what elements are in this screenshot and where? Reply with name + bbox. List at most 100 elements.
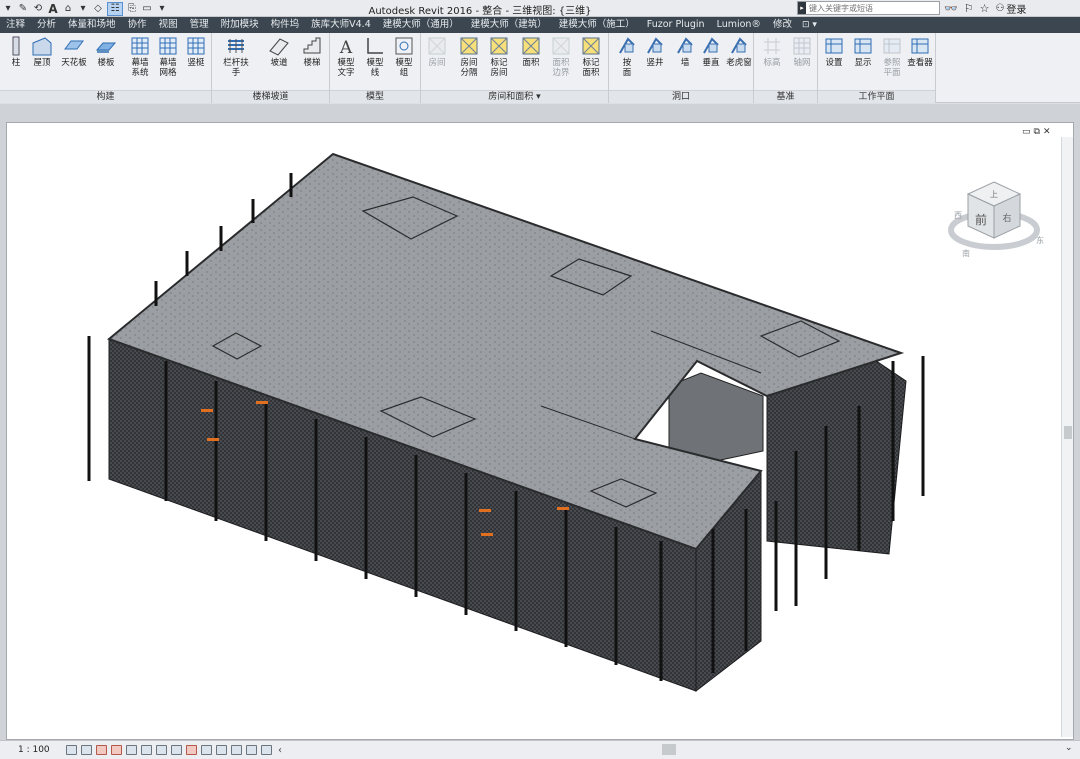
ribbon-button-1-0[interactable]: 栏杆扶手: [222, 35, 250, 78]
scale-readout[interactable]: 1 : 100: [18, 745, 60, 755]
login-button[interactable]: ⚇ 登录: [995, 1, 1026, 16]
tab-9[interactable]: 建模大师（通用）: [377, 17, 465, 33]
lock-view-icon[interactable]: [171, 745, 182, 755]
ribbon-panel-title[interactable]: 楼梯坡道: [212, 90, 329, 103]
ribbon-button-label: 模型 组: [395, 58, 413, 78]
orange-marker: [479, 509, 491, 512]
viewcube[interactable]: 上 前 右 东 南 西: [944, 180, 1044, 262]
tab-10[interactable]: 建模大师（建筑）: [465, 17, 553, 33]
crop-view-icon[interactable]: [141, 745, 152, 755]
ribbon-button-5-1[interactable]: 轴网: [788, 35, 816, 68]
ribbon-button-0-4[interactable]: 幕墙 系统: [126, 35, 154, 78]
vertical-scrollbar[interactable]: [1061, 137, 1073, 737]
restore-view-icon[interactable]: ⧉: [1034, 127, 1040, 137]
ribbon-panel-title[interactable]: 洞口: [609, 90, 753, 103]
reveal-hidden-icon[interactable]: [201, 745, 212, 755]
ribbon-panel-title[interactable]: 房间和面积 ▾: [421, 90, 608, 103]
tab-4[interactable]: 视图: [153, 17, 184, 33]
ribbon-button-3-2[interactable]: 标记 房间: [485, 35, 513, 78]
ref-plane-icon: [883, 38, 901, 54]
constraints-icon[interactable]: [246, 745, 257, 755]
favorites-icon[interactable]: ☆: [980, 2, 990, 15]
ribbon-button-4-3[interactable]: 垂直: [697, 35, 725, 68]
tab-8[interactable]: 族库大师V4.4: [305, 17, 377, 33]
ribbon-button-4-1[interactable]: 竖井: [641, 35, 669, 68]
ribbon-button-4-2[interactable]: 墙: [671, 35, 699, 68]
tab-13[interactable]: Lumion®: [711, 17, 767, 33]
ribbon-button-3-3[interactable]: 面积: [517, 35, 545, 68]
ribbon-button-3-1[interactable]: 房间 分隔: [455, 35, 483, 78]
temporary-hide-icon[interactable]: [186, 745, 197, 755]
ribbon-panel-title[interactable]: 构建: [0, 90, 211, 103]
ribbon-button-1-1[interactable]: 坡道: [265, 35, 293, 68]
ribbon-button-3-5[interactable]: 标记 面积: [577, 35, 605, 78]
ribbon-button-4-0[interactable]: 按 面: [613, 35, 641, 78]
scroll-left-arrow[interactable]: ‹: [278, 745, 282, 756]
ribbon-button-6-2[interactable]: 参照 平面: [878, 35, 906, 78]
ribbon-button-6-0[interactable]: 设置: [820, 35, 848, 68]
tab-3[interactable]: 协作: [122, 17, 153, 33]
ribbon-button-2-2[interactable]: 模型 组: [390, 35, 418, 78]
search-field[interactable]: ▸: [797, 1, 940, 15]
vertical-scroll-thumb[interactable]: [1064, 426, 1072, 439]
show-crop-icon[interactable]: [156, 745, 167, 755]
ribbon-button-0-0[interactable]: 柱: [2, 35, 30, 68]
ribbon-button-3-4[interactable]: 面积 边界: [547, 35, 575, 78]
ribbon-button-2-1[interactable]: 模型 线: [361, 35, 389, 78]
highlight-displacement-icon[interactable]: [231, 745, 242, 755]
ribbon-button-4-4[interactable]: 老虎窗: [725, 35, 753, 68]
orange-marker: [557, 507, 569, 510]
tab-6[interactable]: 附加模块: [215, 17, 265, 33]
ribbon-button-label: 天花板: [61, 58, 87, 68]
railing-icon: [228, 39, 244, 53]
ribbon-panel-title[interactable]: 基准: [754, 90, 817, 103]
tab-5[interactable]: 管理: [184, 17, 215, 33]
ribbon-button-0-6[interactable]: 竖梃: [182, 35, 210, 68]
ribbon-panel-title[interactable]: 工作平面: [818, 90, 935, 103]
horizontal-scroll-thumb[interactable]: [662, 744, 676, 755]
ribbon-button-label: 标高: [763, 58, 781, 68]
binoculars-icon[interactable]: 👓: [944, 2, 958, 15]
tab-2[interactable]: 体量和场地: [62, 17, 122, 33]
ribbon-button-1-2[interactable]: 楼梯: [298, 35, 326, 68]
shaft-icon: [647, 37, 663, 54]
floor-icon: [95, 42, 117, 53]
search-expand-icon[interactable]: ▸: [798, 2, 806, 14]
search-input[interactable]: [809, 3, 929, 13]
detail-level-icon[interactable]: [66, 745, 77, 755]
orange-marker: [481, 533, 493, 536]
ribbon-button-6-1[interactable]: 显示: [849, 35, 877, 68]
visual-style-icon[interactable]: [81, 745, 92, 755]
tab-0[interactable]: 注释: [0, 17, 31, 33]
ribbon-button-6-3[interactable]: 查看器: [906, 35, 934, 68]
tab-12[interactable]: Fuzor Plugin: [641, 17, 711, 33]
analytical-model-icon[interactable]: [216, 745, 227, 755]
tab-11[interactable]: 建模大师（施工）: [553, 17, 641, 33]
scroll-down-arrow[interactable]: ⌄: [1065, 743, 1073, 753]
ribbon-button-3-0[interactable]: 房间: [423, 35, 451, 68]
minimize-view-icon[interactable]: ▭: [1022, 127, 1031, 137]
ribbon-button-0-3[interactable]: 楼板: [92, 35, 120, 68]
ribbon-button-5-0[interactable]: 标高: [758, 35, 786, 68]
title-right-tools: 👓 ⚐ ☆ ⚇ 登录: [944, 1, 1026, 16]
3d-viewport[interactable]: [6, 122, 1074, 740]
close-view-icon[interactable]: ✕: [1043, 127, 1051, 137]
worksharing-icon[interactable]: [261, 745, 272, 755]
tab-minimize-toggle[interactable]: ⊡ ▾: [798, 20, 821, 30]
viewcube-front-label: 前: [975, 212, 987, 227]
tab-7[interactable]: 构件坞: [265, 17, 306, 33]
model-line-icon: [367, 38, 383, 54]
ribbon-button-0-1[interactable]: 屋顶: [28, 35, 56, 68]
tab-14[interactable]: 修改: [767, 17, 798, 33]
ribbon-button-0-5[interactable]: 幕墙 网格: [154, 35, 182, 78]
curtain-grid-icon: [159, 37, 177, 55]
ribbon-button-0-2[interactable]: 天花板: [60, 35, 88, 68]
ribbon-panel-title[interactable]: 模型: [330, 90, 420, 103]
ribbon-button-2-0[interactable]: A 模型 文字: [332, 35, 360, 78]
tab-1[interactable]: 分析: [31, 17, 62, 33]
building-model[interactable]: [7, 123, 1075, 741]
sun-path-icon[interactable]: [96, 745, 107, 755]
shadows-icon[interactable]: [111, 745, 122, 755]
subscription-icon[interactable]: ⚐: [964, 2, 974, 15]
render-icon[interactable]: [126, 745, 137, 755]
